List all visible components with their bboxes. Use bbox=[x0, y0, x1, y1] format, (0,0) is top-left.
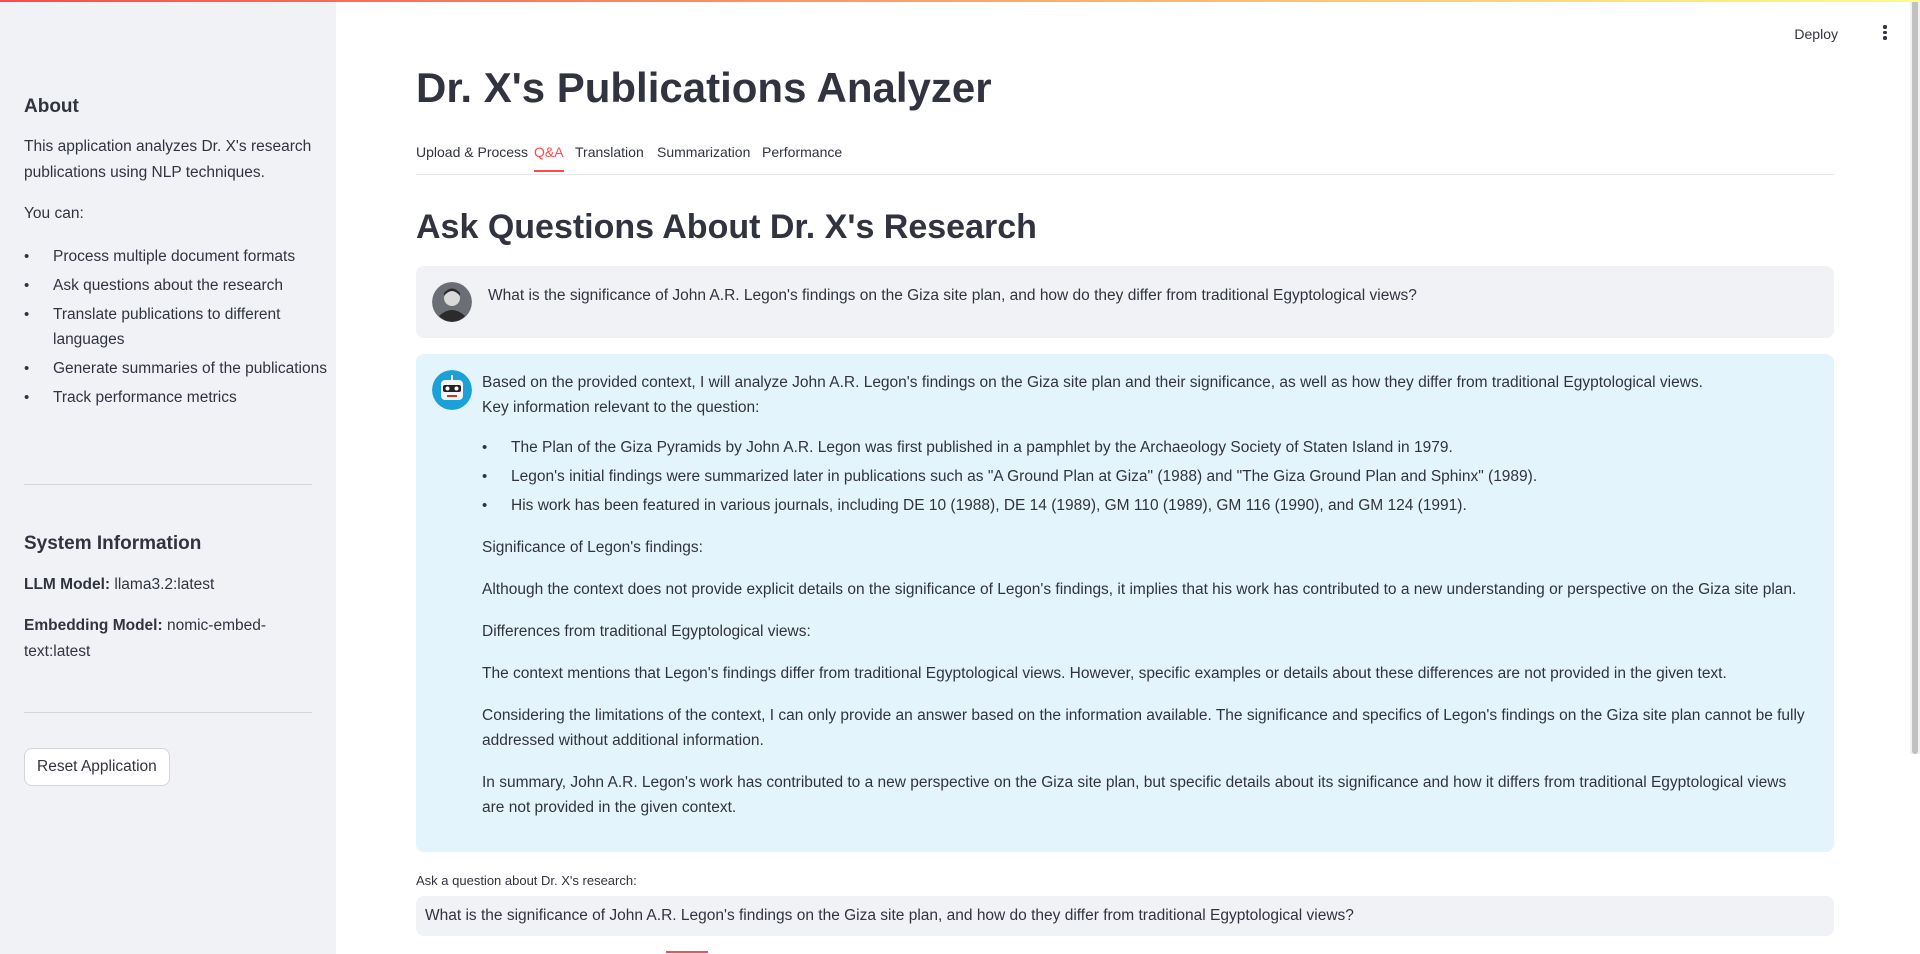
assistant-key-info-heading: Key information relevant to the question… bbox=[482, 399, 760, 416]
feature-item: Generate summaries of the publications bbox=[24, 356, 343, 381]
system-info-heading: System Information bbox=[24, 533, 202, 554]
tab-performance[interactable]: Performance bbox=[762, 144, 842, 170]
differences-text: The context mentions that Legon's findin… bbox=[482, 665, 1727, 682]
llm-model-value: llama3.2:latest bbox=[114, 576, 215, 593]
question-input[interactable] bbox=[416, 896, 1834, 936]
tab-upload-process[interactable]: Upload & Process bbox=[416, 144, 528, 170]
differences-heading: Differences from traditional Egyptologic… bbox=[482, 623, 811, 640]
user-message-text: What is the significance of John A.R. Le… bbox=[488, 287, 1417, 304]
assistant-message: Based on the provided context, I will an… bbox=[416, 354, 1834, 852]
assistant-intro: Based on the provided context, I will an… bbox=[482, 374, 1703, 391]
limitations-text: Considering the limitations of the conte… bbox=[482, 707, 1805, 749]
embedding-model-label: Embedding Model: bbox=[24, 617, 163, 634]
feature-list: Process multiple document formats Ask qu… bbox=[24, 244, 343, 414]
assistant-bullet-list: The Plan of the Giza Pyramids by John A.… bbox=[482, 435, 1812, 518]
tab-translation[interactable]: Translation bbox=[575, 144, 644, 170]
reset-application-button[interactable]: Reset Application bbox=[24, 748, 170, 786]
about-heading: About bbox=[24, 96, 79, 117]
assistant-message-body: Based on the provided context, I will an… bbox=[482, 370, 1812, 820]
top-decoration-bar bbox=[0, 0, 1920, 2]
scrollbar[interactable] bbox=[1910, 0, 1920, 754]
section-title: Ask Questions About Dr. X's Research bbox=[416, 208, 1037, 246]
focus-indicator bbox=[666, 951, 708, 953]
feature-item: Ask questions about the research bbox=[24, 273, 343, 298]
assistant-bullet: The Plan of the Giza Pyramids by John A.… bbox=[482, 435, 1812, 460]
about-text: This application analyzes Dr. X's resear… bbox=[24, 138, 312, 181]
sidebar-divider bbox=[24, 484, 312, 485]
main-content: Dr. X's Publications Analyzer Upload & P… bbox=[416, 0, 1834, 954]
tab-bar: Upload & Process Q&A Translation Summari… bbox=[416, 144, 1834, 175]
user-message: What is the significance of John A.R. Le… bbox=[416, 266, 1834, 338]
kebab-menu-icon[interactable] bbox=[1882, 25, 1888, 43]
assistant-bullet: Legon's initial findings were summarized… bbox=[482, 464, 1812, 489]
sidebar-divider bbox=[24, 712, 312, 713]
user-avatar-icon bbox=[432, 282, 472, 322]
llm-model-info: LLM Model: llama3.2:latest bbox=[24, 572, 314, 598]
assistant-avatar-icon bbox=[432, 370, 472, 410]
scrollbar-thumb[interactable] bbox=[1912, 0, 1918, 754]
feature-item: Translate publications to different lang… bbox=[24, 302, 343, 352]
significance-text: Although the context does not provide ex… bbox=[482, 581, 1797, 598]
tab-summarization[interactable]: Summarization bbox=[657, 144, 750, 170]
sidebar: About This application analyzes Dr. X's … bbox=[0, 0, 336, 954]
feature-item: Track performance metrics bbox=[24, 385, 343, 410]
summary-text: In summary, John A.R. Legon's work has c… bbox=[482, 774, 1787, 816]
you-can-text: You can: bbox=[24, 205, 84, 222]
significance-heading: Significance of Legon's findings: bbox=[482, 539, 703, 556]
embedding-model-info: Embedding Model: nomic-embed-text:latest bbox=[24, 613, 274, 665]
question-input-label: Ask a question about Dr. X's research: bbox=[416, 873, 637, 888]
assistant-bullet: His work has been featured in various jo… bbox=[482, 493, 1812, 518]
feature-item: Process multiple document formats bbox=[24, 244, 343, 269]
page-title: Dr. X's Publications Analyzer bbox=[416, 64, 992, 111]
tab-qa[interactable]: Q&A bbox=[534, 144, 564, 172]
llm-model-label: LLM Model: bbox=[24, 576, 111, 593]
